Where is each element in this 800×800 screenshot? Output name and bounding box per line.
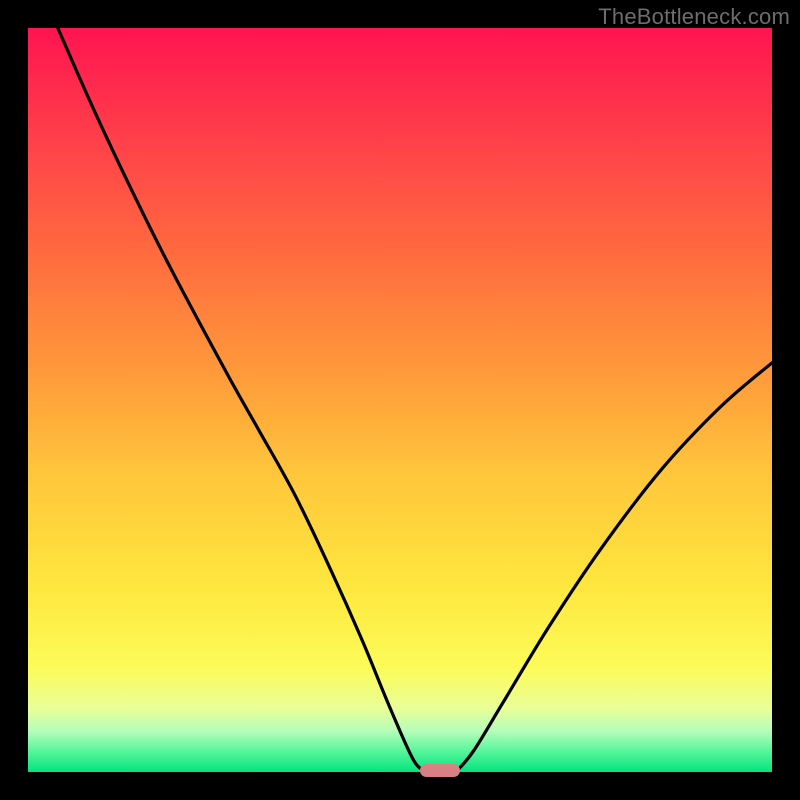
bottleneck-curve — [28, 28, 772, 772]
plot-area — [28, 28, 772, 772]
optimal-marker — [420, 764, 460, 777]
curve-left-branch — [58, 28, 423, 770]
curve-right-branch — [458, 363, 772, 770]
chart-frame: TheBottleneck.com — [0, 0, 800, 800]
watermark-text: TheBottleneck.com — [598, 4, 790, 30]
